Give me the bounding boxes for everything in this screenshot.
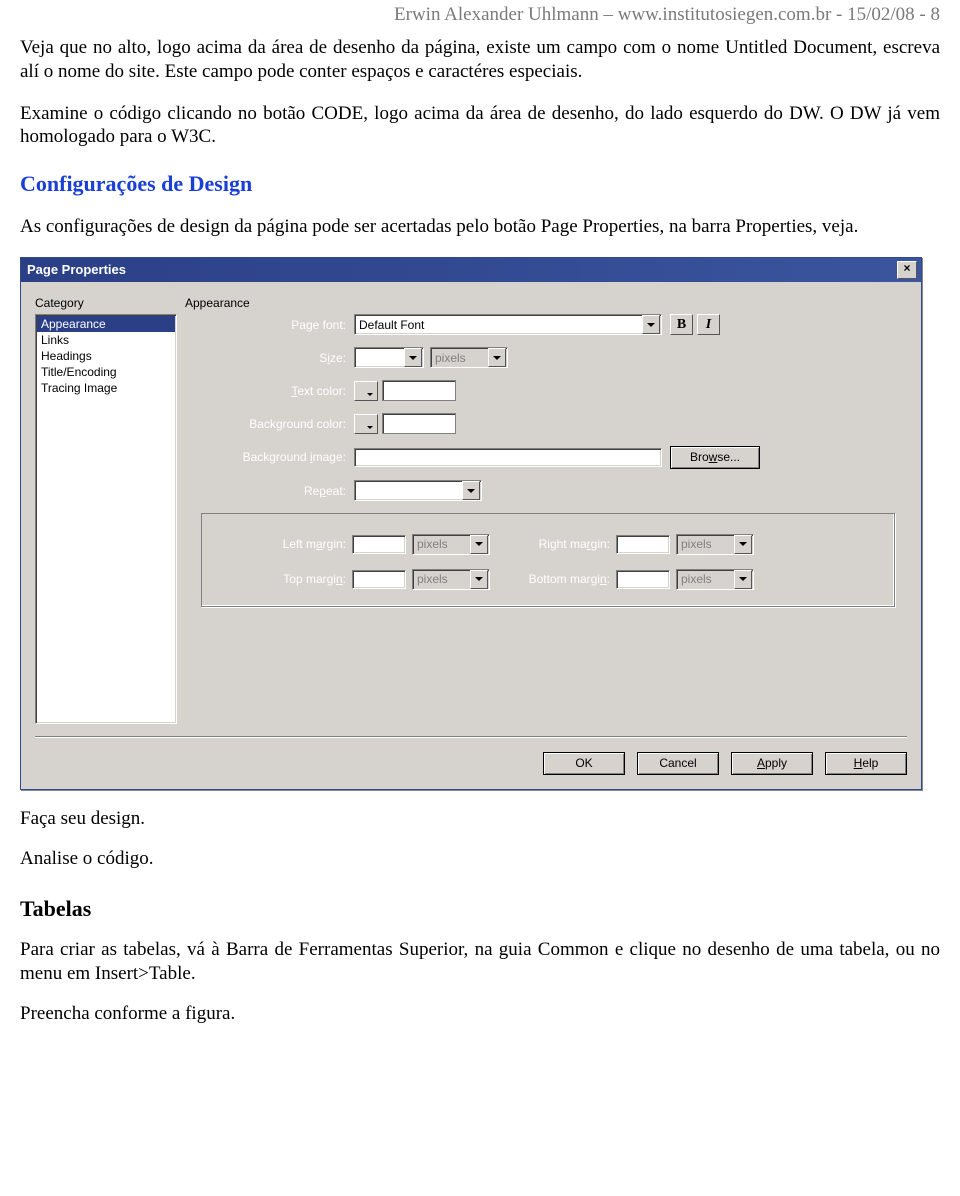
margins-group: Left margin: pixels Right margin:	[201, 513, 895, 607]
size-combo[interactable]	[354, 347, 424, 368]
heading-config-design: Configurações de Design	[20, 171, 940, 197]
ok-button[interactable]: OK	[543, 752, 625, 775]
page-font-value: Default Font	[355, 318, 641, 332]
category-title-encoding[interactable]: Title/Encoding	[37, 364, 175, 380]
page-font-combo[interactable]: Default Font	[354, 314, 662, 335]
category-appearance[interactable]: Appearance	[37, 316, 175, 332]
italic-button[interactable]: I	[697, 314, 720, 335]
text-color-input[interactable]	[382, 380, 456, 401]
category-list[interactable]: Appearance Links Headings Title/Encoding…	[35, 314, 177, 724]
page-header: Erwin Alexander Uhlmann – www.institutos…	[20, 4, 940, 26]
left-margin-unit: pixels	[412, 534, 490, 555]
size-unit-value: pixels	[431, 351, 487, 365]
top-margin-input[interactable]	[352, 570, 406, 589]
left-margin-unit-dropdown-icon	[470, 535, 488, 554]
bg-color-input[interactable]	[382, 413, 456, 434]
bottom-margin-unit-dropdown-icon	[734, 570, 752, 589]
top-margin-unit-dropdown-icon	[470, 570, 488, 589]
bottom-margin-input[interactable]	[616, 570, 670, 589]
dialog-titlebar: Page Properties ×	[21, 258, 921, 282]
paragraph-3: As configurações de design da página pod…	[20, 215, 940, 239]
right-margin-input[interactable]	[616, 535, 670, 554]
category-headings[interactable]: Headings	[37, 348, 175, 364]
left-margin-input[interactable]	[352, 535, 406, 554]
category-links[interactable]: Links	[37, 332, 175, 348]
line-design: Faça seu design.	[20, 808, 940, 830]
heading-tables: Tabelas	[20, 896, 940, 922]
right-margin-unit: pixels	[676, 534, 754, 555]
line-fill: Preencha conforme a figura.	[20, 1003, 940, 1025]
close-button[interactable]: ×	[897, 261, 917, 279]
size-unit-combo: pixels	[430, 347, 508, 368]
bg-color-label: Background color:	[201, 417, 354, 431]
cancel-button[interactable]: Cancel	[637, 752, 719, 775]
right-margin-label: Right margin:	[490, 537, 616, 551]
paragraph-4: Para criar as tabelas, vá à Barra de Fer…	[20, 938, 940, 986]
top-margin-label: Top margin:	[214, 572, 352, 586]
repeat-label: Repeat:	[201, 484, 354, 498]
top-margin-unit: pixels	[412, 569, 490, 590]
size-dropdown-icon[interactable]	[404, 348, 422, 367]
browse-button[interactable]: Browse...	[670, 446, 760, 469]
dialog-title: Page Properties	[27, 262, 126, 277]
page-font-dropdown-icon[interactable]	[642, 315, 660, 334]
help-button[interactable]: Help	[825, 752, 907, 775]
left-margin-label: Left margin:	[214, 537, 352, 551]
page-properties-dialog: Page Properties × Category Appearance Ap…	[20, 257, 922, 790]
text-color-label: Text color:	[201, 384, 354, 398]
page-font-label: Page font:	[201, 318, 354, 332]
paragraph-1: Veja que no alto, logo acima da área de …	[20, 36, 940, 84]
category-tracing-image[interactable]: Tracing Image	[37, 380, 175, 396]
bottom-margin-label: Bottom margin:	[490, 572, 616, 586]
appearance-header: Appearance	[185, 296, 907, 310]
bg-image-input[interactable]	[354, 448, 662, 467]
apply-button[interactable]: Apply	[731, 752, 813, 775]
right-margin-unit-dropdown-icon	[734, 535, 752, 554]
bold-button[interactable]: B	[670, 314, 693, 335]
paragraph-2: Examine o código clicando no botão CODE,…	[20, 102, 940, 150]
bg-image-label: Background image:	[201, 450, 354, 464]
bg-color-swatch-button[interactable]	[354, 414, 378, 434]
repeat-dropdown-icon[interactable]	[462, 481, 480, 500]
category-header: Category	[35, 296, 185, 310]
bottom-margin-unit: pixels	[676, 569, 754, 590]
size-label: Size:	[201, 351, 354, 365]
line-analyze: Analise o código.	[20, 848, 940, 870]
text-color-swatch-button[interactable]	[354, 381, 378, 401]
size-unit-dropdown-icon	[488, 348, 506, 367]
repeat-combo[interactable]	[354, 480, 482, 501]
